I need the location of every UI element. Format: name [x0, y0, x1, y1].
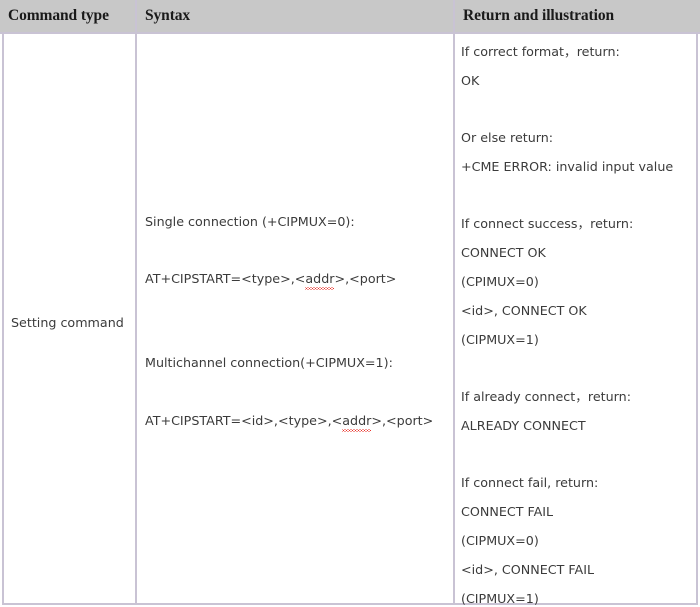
return-line-id-connect-ok: <id>, CONNECT OK: [461, 303, 587, 318]
return-line-already-connect: ALREADY CONNECT: [461, 418, 586, 433]
cell-syntax: Single connection (+CIPMUX=0): AT+CIPSTA…: [137, 34, 453, 605]
syntax-single-cmd-prefix: AT+CIPSTART=<type>,<: [145, 271, 306, 286]
return-line-ok: OK: [461, 73, 480, 88]
return-line-cipmux-1-fail: (CIPMUX=1): [461, 591, 539, 605]
return-line-cme-error: +CME ERROR: invalid input value: [461, 159, 674, 174]
column-header-syntax: Syntax: [135, 0, 453, 32]
syntax-single-connection-label: Single connection (+CIPMUX=0):: [145, 214, 355, 229]
return-line-id-connect-fail: <id>, CONNECT FAIL: [461, 562, 595, 577]
return-line-if-already-connect: If already connect，return:: [461, 389, 631, 404]
column-header-command-type: Command type: [8, 7, 109, 24]
return-line-if-connect-fail: If connect fail, return:: [461, 475, 599, 490]
syntax-multichannel-connection-label: Multichannel connection(+CIPMUX=1):: [145, 355, 393, 370]
syntax-multichannel-connection-command: AT+CIPSTART=<id>,<type>,<addr>,<port>: [145, 413, 434, 432]
return-line-cipmux-0-fail: (CIPMUX=0): [461, 533, 539, 548]
cell-command-type: Setting command: [2, 34, 135, 605]
syntax-multi-cmd-suffix: >,<port>: [371, 413, 434, 428]
spellcheck-misspelled-addr-2: addr: [342, 413, 372, 432]
return-line-cpimux-0: (CPIMUX=0): [461, 274, 539, 289]
return-line-if-connect-success: If connect success，return:: [461, 216, 634, 231]
return-line-cipmux-1-success: (CIPMUX=1): [461, 332, 539, 347]
return-line-if-correct-format: If correct format，return:: [461, 44, 620, 59]
command-type-label: Setting command: [11, 315, 124, 330]
cell-return-illustration: If correct format，return: OK Or else ret…: [455, 34, 698, 605]
return-line-connect-fail: CONNECT FAIL: [461, 504, 554, 519]
return-line-connect-ok: CONNECT OK: [461, 245, 546, 260]
return-line-or-else-return: Or else return:: [461, 130, 554, 145]
syntax-single-connection-command: AT+CIPSTART=<type>,<addr>,<port>: [145, 271, 397, 290]
spellcheck-misspelled-addr-1: addr: [305, 271, 335, 290]
syntax-multi-cmd-prefix: AT+CIPSTART=<id>,<type>,<: [145, 413, 343, 428]
table-header-row: Command type Syntax Return and illustrat…: [0, 0, 700, 34]
column-header-return-illustration: Return and illustration: [453, 0, 700, 32]
syntax-single-cmd-suffix: >,<port>: [334, 271, 397, 286]
at-command-reference-table: Command type Syntax Return and illustrat…: [0, 0, 700, 607]
